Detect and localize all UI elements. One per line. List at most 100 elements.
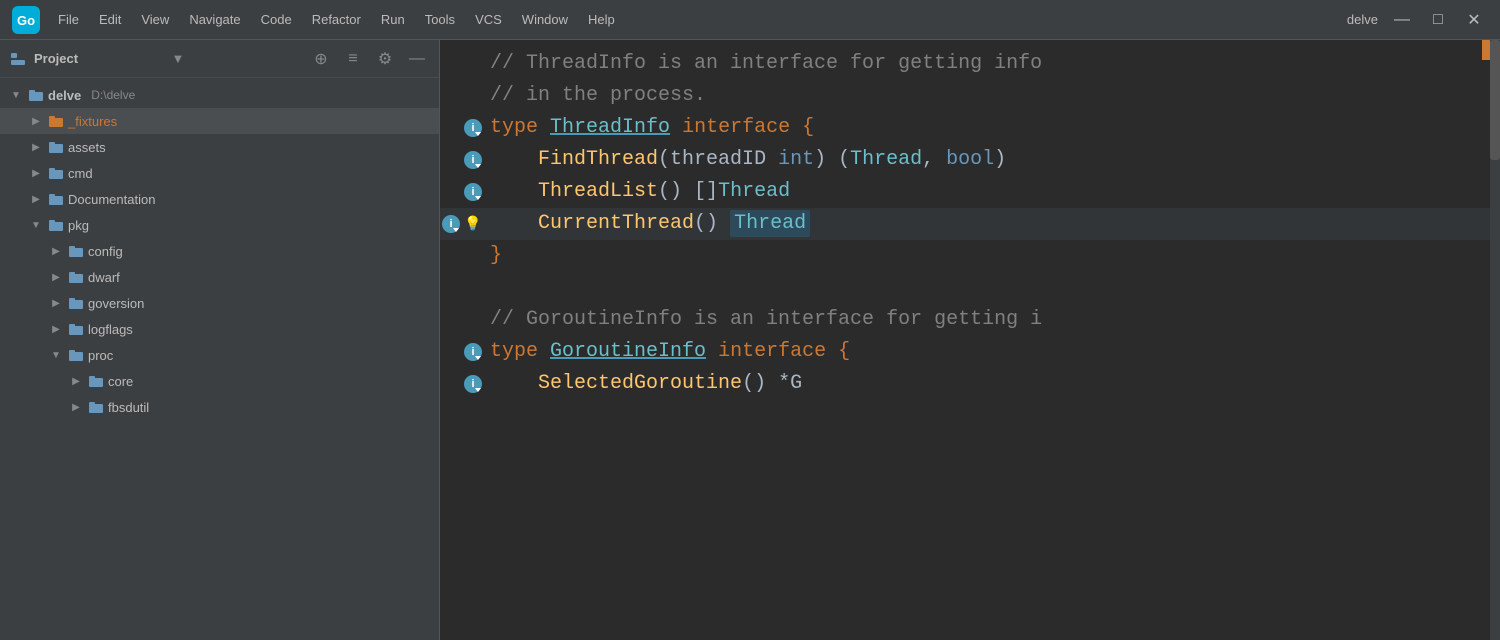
- impl-icon-11[interactable]: i: [464, 375, 482, 393]
- sidebar-minimize-button[interactable]: —: [405, 47, 429, 71]
- arrow-pkg: ▼: [28, 220, 44, 231]
- code-text-1: // ThreadInfo is an interface for gettin…: [490, 49, 1042, 79]
- menu-file[interactable]: File: [50, 8, 87, 31]
- code-line-5: i ThreadList() []Thread: [440, 176, 1500, 208]
- code-line-6: i 💡 CurrentThread() Thread: [440, 208, 1500, 240]
- gutter-10: i: [440, 343, 490, 361]
- gutter-6: i 💡: [440, 215, 490, 233]
- tree-item-proc[interactable]: ▼ proc: [0, 342, 439, 368]
- editor-scrollbar[interactable]: [1490, 40, 1500, 640]
- tree-label-fbsdutil: fbsdutil: [108, 400, 149, 415]
- tree-item-goversion[interactable]: ▶ goversion: [0, 290, 439, 316]
- code-line-11: i SelectedGoroutine() *G: [440, 368, 1500, 400]
- code-line-9: // GoroutineInfo is an interface for get…: [440, 304, 1500, 336]
- code-text-11: SelectedGoroutine() *G: [490, 369, 802, 399]
- tree-item-cmd[interactable]: ▶ cmd: [0, 160, 439, 186]
- menu-view[interactable]: View: [133, 8, 177, 31]
- gutter-11: i: [440, 375, 490, 393]
- folder-icon-goversion: [68, 296, 84, 310]
- code-text-4: FindThread(threadID int) (Thread, bool): [490, 145, 1006, 175]
- code-line-8: [440, 272, 1500, 304]
- menu-bar: File Edit View Navigate Code Refactor Ru…: [50, 8, 1337, 31]
- impl-icon-3[interactable]: i: [464, 119, 482, 137]
- code-text-3: type ThreadInfo interface {: [490, 113, 814, 143]
- tree-label-assets: assets: [68, 140, 106, 155]
- code-editor[interactable]: // ThreadInfo is an interface for gettin…: [440, 40, 1500, 640]
- arrow-delve: ▼: [8, 90, 24, 101]
- folder-icon-assets: [48, 140, 64, 154]
- tree-label-logflags: logflags: [88, 322, 133, 337]
- bulb-icon-6[interactable]: 💡: [464, 215, 482, 233]
- close-button[interactable]: ✕: [1460, 6, 1488, 34]
- menu-tools[interactable]: Tools: [417, 8, 463, 31]
- folder-icon-proc: [68, 348, 84, 362]
- menu-window[interactable]: Window: [514, 8, 576, 31]
- code-text-6: CurrentThread() Thread: [490, 209, 810, 239]
- tree-item-documentation[interactable]: ▶ Documentation: [0, 186, 439, 212]
- folder-icon-pkg: [48, 218, 64, 232]
- code-text-9: // GoroutineInfo is an interface for get…: [490, 305, 1042, 335]
- impl-icon-5[interactable]: i: [464, 183, 482, 201]
- tree-label-pkg: pkg: [68, 218, 89, 233]
- sidebar-dropdown-arrow[interactable]: ▼: [172, 51, 302, 66]
- menu-code[interactable]: Code: [253, 8, 300, 31]
- code-line-3: i type ThreadInfo interface {: [440, 112, 1500, 144]
- code-line-1: // ThreadInfo is an interface for gettin…: [440, 48, 1500, 80]
- menu-vcs[interactable]: VCS: [467, 8, 510, 31]
- main-content: Project ▼ ⊕ ≡ ⚙ — ▼ delve D:\delve ▶: [0, 40, 1500, 640]
- tree-item-logflags[interactable]: ▶ logflags: [0, 316, 439, 342]
- gutter-4: i: [440, 151, 490, 169]
- sidebar-settings-button[interactable]: ⚙: [373, 47, 397, 71]
- tree-label-dwarf: dwarf: [88, 270, 120, 285]
- folder-icon-config: [68, 244, 84, 258]
- sidebar-filter-button[interactable]: ≡: [341, 47, 365, 71]
- code-area: // ThreadInfo is an interface for gettin…: [440, 40, 1500, 640]
- tree-label-core: core: [108, 374, 133, 389]
- project-tree: ▼ delve D:\delve ▶ _fixtures ▶: [0, 78, 439, 640]
- tree-item-dwarf[interactable]: ▶ dwarf: [0, 264, 439, 290]
- title-bar: Go File Edit View Navigate Code Refactor…: [0, 0, 1500, 40]
- folder-icon-fixtures: [48, 114, 64, 128]
- tree-label-config: config: [88, 244, 123, 259]
- sidebar: Project ▼ ⊕ ≡ ⚙ — ▼ delve D:\delve ▶: [0, 40, 440, 640]
- menu-help[interactable]: Help: [580, 8, 623, 31]
- window-title: delve: [1347, 12, 1378, 27]
- tree-label-documentation: Documentation: [68, 192, 155, 207]
- folder-icon-fbsdutil: [88, 400, 104, 414]
- project-tree-icon: [10, 51, 26, 67]
- tree-label-goversion: goversion: [88, 296, 144, 311]
- gutter-5: i: [440, 183, 490, 201]
- arrow-cmd: ▶: [28, 168, 44, 179]
- impl-icon-10[interactable]: i: [464, 343, 482, 361]
- menu-edit[interactable]: Edit: [91, 8, 129, 31]
- tree-path-delve: D:\delve: [91, 88, 135, 102]
- tree-item-assets[interactable]: ▶ assets: [0, 134, 439, 160]
- impl-icon-6[interactable]: i: [442, 215, 460, 233]
- tree-item-fbsdutil[interactable]: ▶ fbsdutil: [0, 394, 439, 420]
- folder-icon-core: [88, 374, 104, 388]
- tree-label-delve: delve: [48, 88, 81, 103]
- arrow-logflags: ▶: [48, 324, 64, 335]
- arrow-assets: ▶: [28, 142, 44, 153]
- code-text-2: // in the process.: [490, 81, 706, 111]
- tree-item-fixtures[interactable]: ▶ _fixtures: [0, 108, 439, 134]
- menu-navigate[interactable]: Navigate: [181, 8, 248, 31]
- tree-label-proc: proc: [88, 348, 113, 363]
- sidebar-add-button[interactable]: ⊕: [309, 47, 333, 71]
- arrow-proc: ▼: [48, 350, 64, 361]
- tree-item-config[interactable]: ▶ config: [0, 238, 439, 264]
- code-line-7: }: [440, 240, 1500, 272]
- tree-item-pkg[interactable]: ▼ pkg: [0, 212, 439, 238]
- menu-run[interactable]: Run: [373, 8, 413, 31]
- code-text-10: type GoroutineInfo interface {: [490, 337, 850, 367]
- maximize-button[interactable]: □: [1424, 6, 1452, 34]
- tree-item-delve[interactable]: ▼ delve D:\delve: [0, 82, 439, 108]
- svg-text:Go: Go: [17, 13, 35, 28]
- editor-scrollbar-thumb[interactable]: [1490, 40, 1500, 160]
- impl-icon-4[interactable]: i: [464, 151, 482, 169]
- tree-label-cmd: cmd: [68, 166, 93, 181]
- sidebar-title: Project: [34, 51, 164, 66]
- tree-item-core[interactable]: ▶ core: [0, 368, 439, 394]
- minimize-button[interactable]: —: [1388, 6, 1416, 34]
- menu-refactor[interactable]: Refactor: [304, 8, 369, 31]
